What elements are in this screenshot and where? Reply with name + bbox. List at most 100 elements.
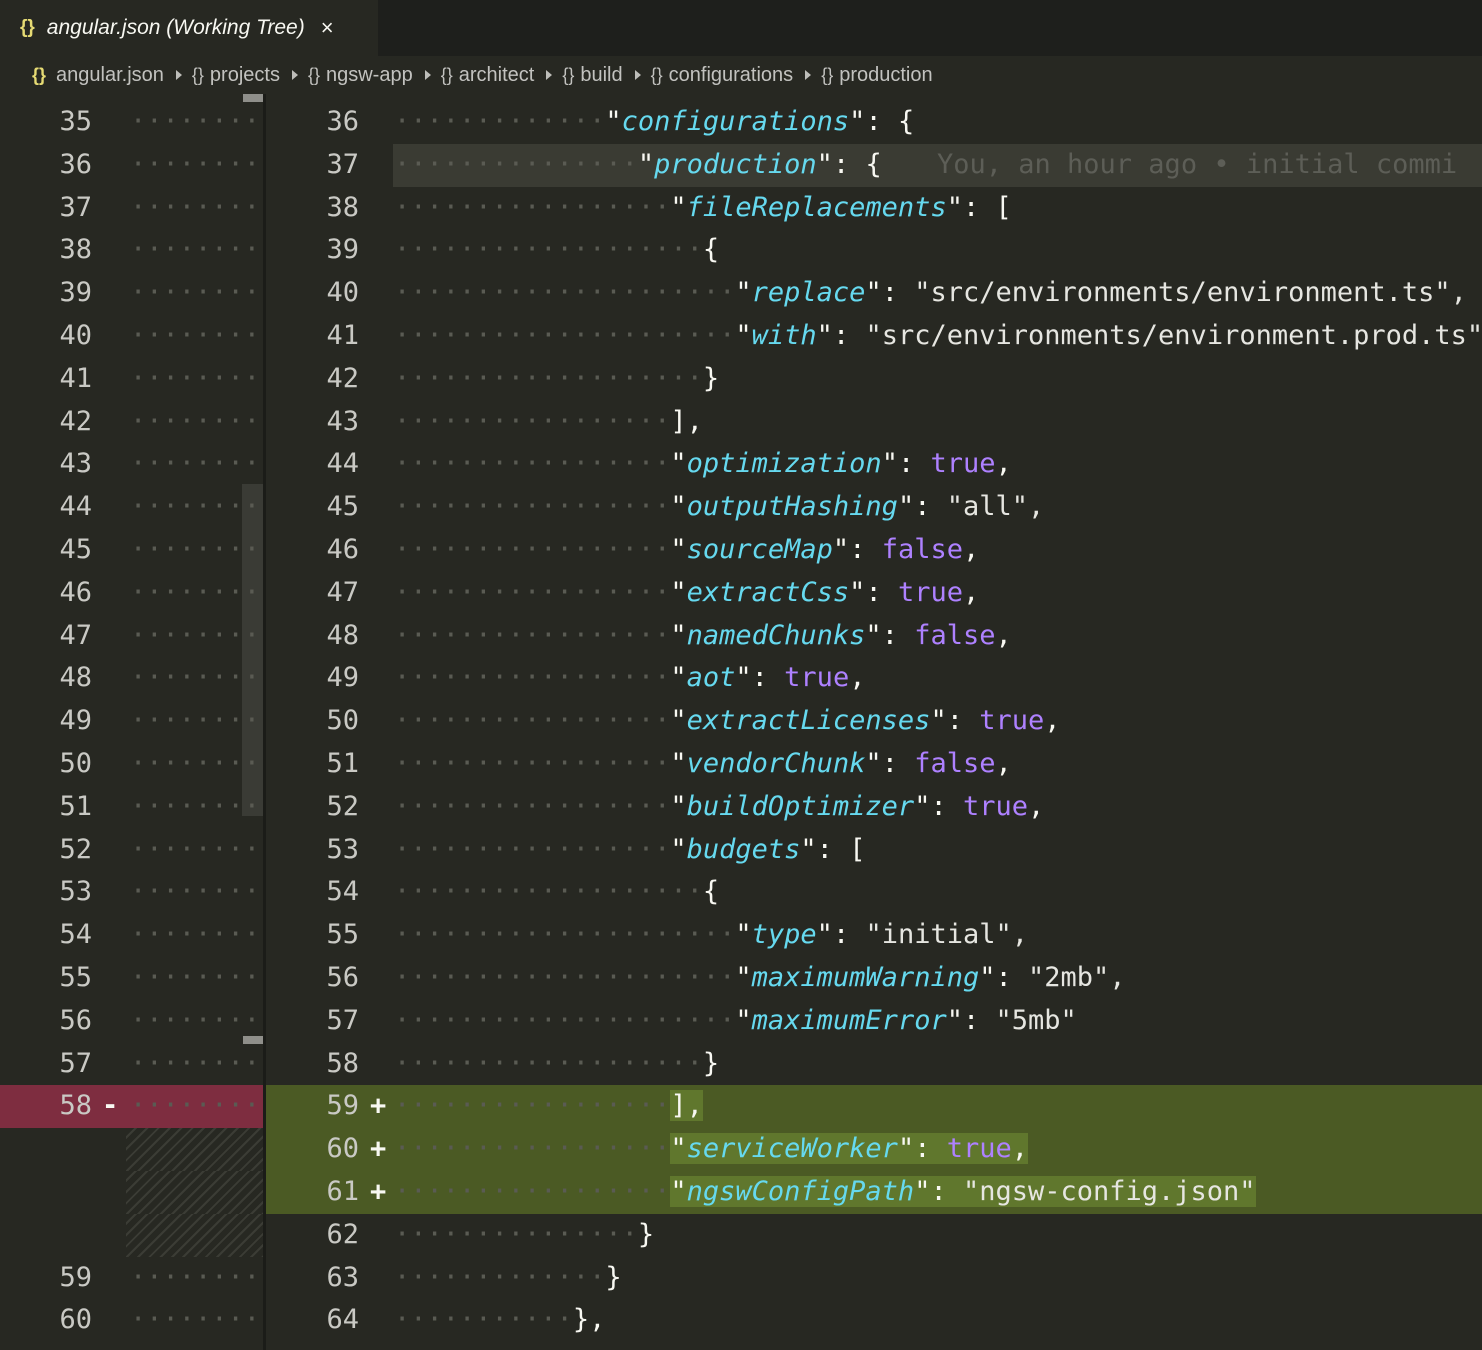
line-row: 46 ·················"sourceMap": false,	[266, 529, 1482, 572]
line-number: 64	[326, 1304, 359, 1336]
indent-whitespace: ·················	[394, 1090, 671, 1122]
code-line-40[interactable]: ·····················"replace": "src/env…	[394, 272, 1467, 315]
quote: "	[735, 277, 752, 309]
diff-modified-pane[interactable]: 36 ·············"configurations": {37 ····…	[266, 94, 1482, 1350]
colon: :	[881, 748, 915, 779]
colon: :	[995, 962, 1028, 993]
comma: ,	[962, 576, 980, 608]
line-number: 36	[326, 106, 359, 137]
json-file-icon: {}	[32, 64, 47, 85]
indent-whitespace: ·················	[394, 191, 671, 223]
json-value: true	[930, 448, 996, 480]
breadcrumb-architect[interactable]: {} architect	[441, 64, 535, 87]
line-number: 48	[59, 662, 92, 694]
quote: "	[735, 320, 752, 351]
indent-whitespace: ········	[130, 705, 261, 737]
quote: "	[637, 148, 655, 180]
code-line-55[interactable]: ·····················"type": "initial",	[394, 914, 1028, 957]
code-line-60[interactable]: ·················"serviceWorker": true,	[394, 1128, 1029, 1171]
indent-whitespace: ········	[130, 405, 261, 437]
code-line-54[interactable]: ···················{	[394, 871, 719, 914]
comma: ,	[995, 448, 1012, 480]
code-line-62[interactable]: ···············}	[394, 1214, 654, 1257]
breadcrumb-ngsw-app[interactable]: {} ngsw-app	[308, 64, 413, 87]
json-key: aot	[686, 662, 736, 694]
colon: :	[962, 1004, 996, 1036]
line-row: 59 + ·················],	[266, 1085, 1482, 1129]
line-number: 40	[326, 277, 359, 309]
code-line-37[interactable]: ···············"production": {You, an ho…	[394, 144, 1457, 187]
quote: "	[849, 106, 866, 137]
code-line-52[interactable]: ·················"buildOptimizer": true,	[394, 786, 1044, 829]
code-line-39[interactable]: ···················{	[394, 229, 719, 272]
diff-editor[interactable]: 35 ········ 36 ········ 37 ········ 38 ········…	[0, 94, 1482, 1350]
indent-whitespace: ·····················	[394, 962, 736, 993]
indent-whitespace: ·················	[394, 1133, 671, 1165]
object-icon: {}	[650, 64, 663, 85]
code-line-41[interactable]: ·····················"with": "src/enviro…	[394, 315, 1482, 358]
code-line-43[interactable]: ·················],	[394, 401, 703, 444]
line-row: 56 ········	[0, 1000, 264, 1043]
code-line-51[interactable]: ·················"vendorChunk": false,	[394, 743, 1012, 786]
colon: :	[849, 534, 882, 565]
code-line-45[interactable]: ·················"outputHashing": "all",	[394, 486, 1044, 529]
breadcrumb-projects[interactable]: {} projects	[192, 64, 280, 87]
code-line-36[interactable]: ·············"configurations": {	[394, 101, 914, 144]
code-line-42[interactable]: ···················}	[394, 358, 719, 401]
tab-angular-json[interactable]: {} angular.json (Working Tree) ×	[0, 0, 378, 56]
breadcrumb-production[interactable]: {} production	[821, 64, 932, 87]
code-line-63[interactable]: ·············}	[394, 1257, 622, 1300]
code-line-47[interactable]: ·················"extractCss": true,	[394, 572, 979, 615]
code-line-61[interactable]: ·················"ngswConfigPath": "ngsw…	[394, 1171, 1256, 1214]
added-sign: +	[370, 1133, 387, 1165]
quote: "	[735, 662, 752, 694]
code-line-56[interactable]: ·····················"maximumWarning": "…	[394, 957, 1126, 1000]
close-icon[interactable]: ×	[321, 15, 334, 41]
indent-whitespace: ········	[130, 191, 261, 223]
code-line-64[interactable]: ···········},	[394, 1299, 605, 1342]
close-bracket: }	[637, 1218, 655, 1250]
json-key: extractLicenses	[686, 705, 931, 737]
diff-original-pane[interactable]: 35 ········ 36 ········ 37 ········ 38 ········…	[0, 94, 264, 1350]
object-icon: {}	[191, 64, 204, 85]
quote: "	[979, 962, 996, 993]
comma: ,	[1011, 1133, 1029, 1165]
indent-whitespace: ·················	[394, 662, 671, 694]
line-row: 38 ········	[0, 229, 264, 272]
quote: "	[670, 491, 687, 523]
code-line-57[interactable]: ·····················"maximumError": "5m…	[394, 1000, 1077, 1043]
colon: :	[914, 491, 947, 523]
code-line-59[interactable]: ·················],	[394, 1085, 703, 1128]
indent-whitespace: ·················	[394, 491, 671, 523]
code-line-38[interactable]: ·················"fileReplacements": [	[394, 187, 1012, 230]
line-row: 35 ········	[0, 101, 264, 144]
object-icon: {}	[307, 64, 320, 85]
colon: :	[962, 191, 996, 223]
code-line-50[interactable]: ·················"extractLicenses": true…	[394, 700, 1061, 743]
line-row: 44 ·················"optimization": true,	[266, 443, 1482, 486]
breadcrumb-file[interactable]: angular.json	[56, 64, 164, 87]
indent-whitespace: ········	[130, 662, 261, 694]
line-number: 42	[326, 362, 359, 394]
line-number: 46	[59, 576, 92, 608]
line-number: 62	[326, 1218, 359, 1250]
colon: :	[816, 833, 850, 865]
code-line-46[interactable]: ·················"sourceMap": false,	[394, 529, 979, 572]
line-row: 51 ·················"vendorChunk": false,	[266, 743, 1482, 786]
code-line-48[interactable]: ·················"namedChunks": false,	[394, 615, 1012, 658]
line-row: 59 ········	[0, 1257, 264, 1300]
code-line-44[interactable]: ·················"optimization": true,	[394, 443, 1012, 486]
code-line-53[interactable]: ·················"budgets": [	[394, 829, 865, 872]
breadcrumb-build[interactable]: {} build	[562, 64, 622, 87]
code-line-49[interactable]: ·················"aot": true,	[394, 657, 865, 700]
quote: "	[670, 1176, 687, 1207]
code-line-58[interactable]: ···················}	[394, 1043, 719, 1086]
line-number: 55	[59, 962, 92, 993]
line-row: 57 ·····················"maximumError": "…	[266, 1000, 1482, 1043]
indent-whitespace: ········	[130, 320, 261, 351]
json-key: buildOptimizer	[686, 790, 915, 822]
breadcrumb-configurations[interactable]: {} configurations	[651, 64, 794, 87]
colon: :	[832, 148, 866, 180]
line-number: 47	[326, 576, 359, 608]
line-row: 44 ········	[0, 486, 264, 529]
